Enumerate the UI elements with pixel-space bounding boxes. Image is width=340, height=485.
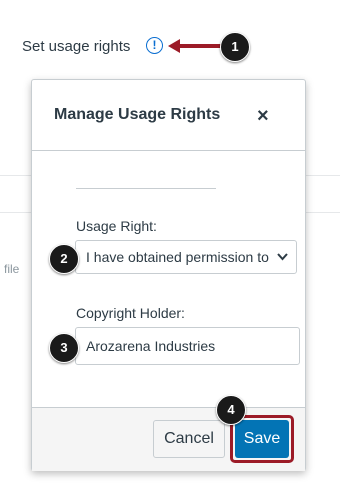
modal-title: Manage Usage Rights: [54, 106, 221, 123]
warning-icon[interactable]: !: [146, 37, 163, 54]
copyright-holder-input[interactable]: Arozarena Industries: [75, 327, 300, 365]
step-badge-3: 3: [49, 333, 79, 363]
file-text-fragment: file: [4, 262, 20, 276]
step-badge-4: 4: [216, 395, 246, 425]
manage-usage-rights-modal: Manage Usage Rights × Usage Right: I hav…: [31, 79, 306, 471]
usage-right-label: Usage Right:: [76, 218, 157, 234]
save-button[interactable]: Save: [235, 420, 289, 458]
set-usage-rights-label: Set usage rights: [22, 38, 131, 55]
chevron-down-icon: [277, 241, 288, 273]
close-icon[interactable]: ×: [257, 106, 269, 126]
cancel-button[interactable]: Cancel: [153, 420, 225, 458]
content-divider: [76, 188, 216, 189]
step-badge-1: 1: [220, 32, 250, 62]
modal-header: Manage Usage Rights ×: [32, 80, 305, 151]
copyright-holder-label: Copyright Holder:: [76, 305, 185, 321]
usage-right-select[interactable]: I have obtained permission to: [75, 240, 297, 274]
step-badge-2: 2: [49, 244, 79, 274]
arrow-icon: [168, 39, 224, 53]
usage-right-selected-value: I have obtained permission to: [86, 249, 269, 265]
